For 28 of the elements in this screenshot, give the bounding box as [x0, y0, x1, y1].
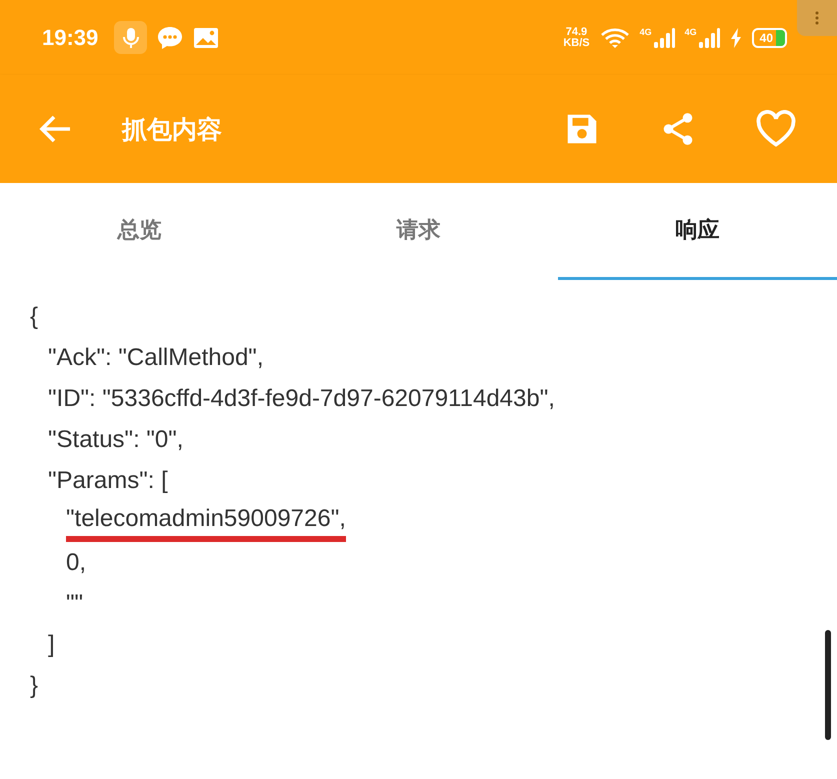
code-line: "telecomadmin59009726",: [66, 505, 346, 542]
heart-icon[interactable]: [755, 110, 797, 148]
microphone-icon: [114, 21, 148, 54]
speed-value: 74.9: [566, 26, 588, 38]
wifi-icon: [600, 26, 630, 48]
code-line: }: [30, 672, 38, 701]
code-line: "Params": [: [48, 467, 168, 496]
code-line: "Ack": "CallMethod",: [48, 344, 264, 373]
scrollbar[interactable]: [825, 630, 831, 740]
back-arrow-icon[interactable]: [38, 114, 72, 144]
chat-icon: [157, 26, 184, 50]
speed-unit: KB/S: [563, 38, 590, 48]
image-icon: [193, 26, 220, 48]
page-title: 抓包内容: [122, 114, 222, 146]
code-line: "ID": "5336cffd-4d3f-fe9d-7d97-62079114d43b",: [48, 385, 555, 414]
signal-icon: [652, 26, 675, 48]
code-line: 0,: [66, 549, 86, 578]
code-line: "": [66, 590, 84, 619]
code-line: "Status": "0",: [48, 426, 184, 455]
network-type: 4G: [684, 26, 697, 36]
battery-indicator: 40: [752, 28, 787, 48]
code-line: {: [30, 303, 38, 332]
clock: 19:39: [42, 24, 98, 50]
signal-icon: [698, 26, 720, 48]
code-line: ]: [48, 631, 55, 660]
charging-icon: [730, 28, 742, 48]
network-type: 4G: [640, 26, 652, 36]
more-icon: [815, 11, 819, 25]
